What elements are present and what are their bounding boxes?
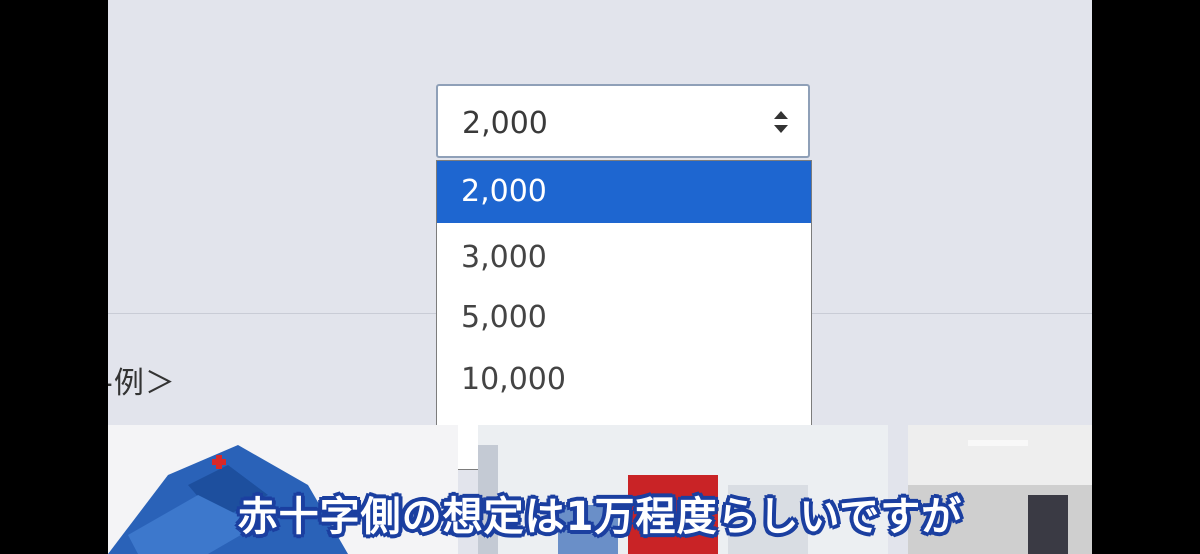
video-subtitle: 赤十字側の想定は1万程度らしいですが: [237, 494, 963, 540]
option-3000[interactable]: 3,000: [437, 227, 811, 289]
option-10000[interactable]: 10,000: [437, 349, 811, 411]
section-label: -例＞: [108, 366, 176, 401]
select-current-value: 2,000: [462, 106, 548, 141]
option-2000[interactable]: 2,000: [437, 161, 811, 223]
select-options-list: 2,000 3,000 5,000 10,000 （上記の金額以外）: [436, 160, 812, 470]
updown-chevron-icon: [774, 111, 788, 133]
web-page-screen: -例＞ 2,000 2,000 3,000 5,000 10,000 （上記の金…: [108, 0, 1092, 554]
donation-amount-select[interactable]: 2,000: [436, 84, 810, 158]
option-5000[interactable]: 5,000: [437, 287, 811, 349]
